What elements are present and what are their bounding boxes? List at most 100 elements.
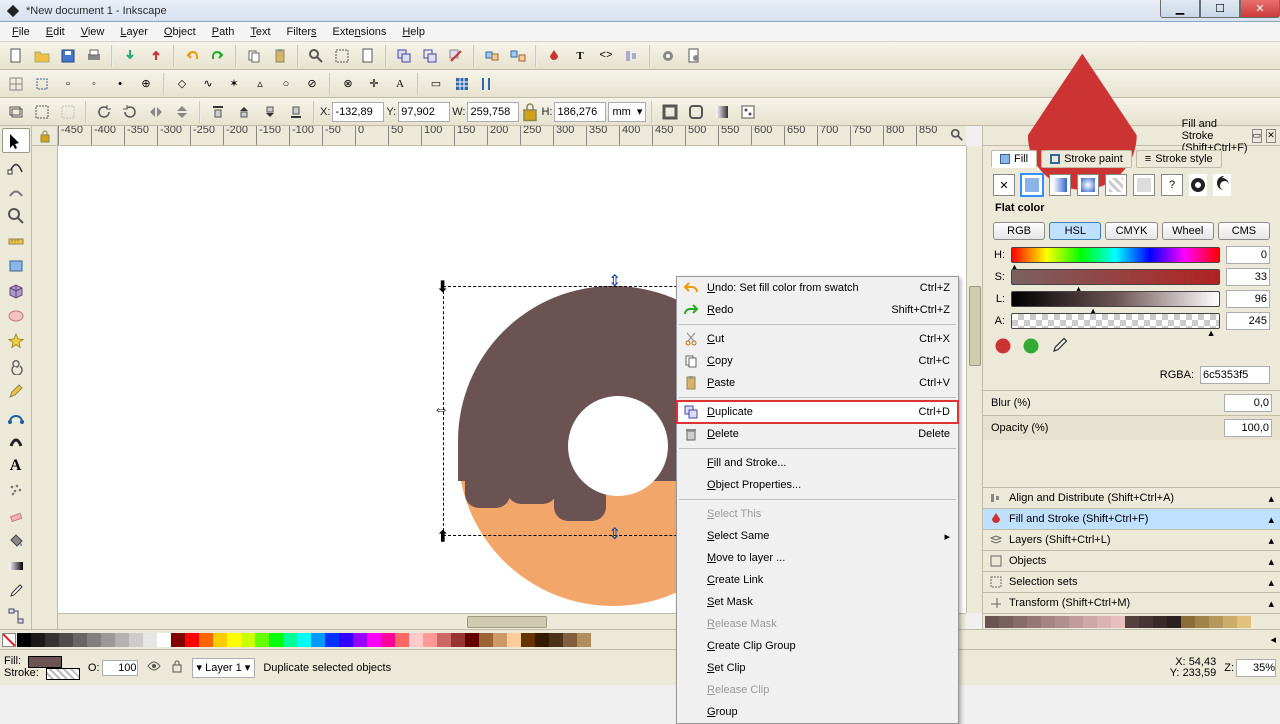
palette-swatch[interactable] — [423, 633, 437, 647]
palette-swatch[interactable] — [241, 633, 255, 647]
measure-tool[interactable] — [2, 228, 30, 253]
palette-swatch[interactable] — [45, 633, 59, 647]
no-paint-button[interactable]: ✕ — [993, 174, 1015, 196]
x-input[interactable] — [332, 102, 384, 122]
paintbucket-tool[interactable] — [2, 529, 30, 554]
copy-button[interactable] — [242, 44, 266, 68]
linear-gradient-button[interactable] — [1049, 174, 1071, 196]
palette-swatch[interactable] — [143, 633, 157, 647]
docker-swatch[interactable] — [1069, 616, 1083, 628]
snap-grid-button[interactable] — [450, 72, 474, 96]
lock-aspect-button[interactable] — [521, 102, 539, 122]
raise-button[interactable] — [232, 100, 256, 124]
scrollbar-thumb[interactable] — [467, 616, 547, 628]
tweak-tool[interactable] — [2, 178, 30, 203]
snap-cusp-button[interactable]: ▵ — [248, 72, 272, 96]
rotate-ccw-button[interactable] — [92, 100, 116, 124]
docker-swatch[interactable] — [1209, 616, 1223, 628]
eyedropper-icon[interactable] — [1049, 336, 1069, 356]
3dbox-tool[interactable] — [2, 278, 30, 303]
eraser-tool[interactable] — [2, 504, 30, 529]
ctx-duplicate[interactable]: DuplicateCtrl+D — [677, 401, 958, 423]
pencil-tool[interactable] — [2, 378, 30, 403]
opacity-input[interactable] — [1224, 419, 1272, 437]
palette-swatch[interactable] — [199, 633, 213, 647]
layer-selector[interactable]: ▾Layer 1▾ — [192, 658, 256, 678]
unit-select[interactable]: mm▾ — [608, 102, 646, 122]
calligraphy-tool[interactable] — [2, 429, 30, 454]
menu-layer[interactable]: Layer — [112, 24, 156, 40]
ctx-fill-and-stroke[interactable]: Fill and Stroke... — [677, 452, 958, 474]
docker-close-button[interactable]: ✕ — [1266, 129, 1276, 143]
palette-swatch[interactable] — [535, 633, 549, 647]
out-of-gamut-icon[interactable] — [1021, 336, 1041, 356]
w-input[interactable] — [467, 102, 519, 122]
ctx-set-clip[interactable]: Set Clip — [677, 657, 958, 679]
snap-enable-button[interactable] — [4, 72, 28, 96]
ctx-move-to-layer[interactable]: Move to layer ... — [677, 547, 958, 569]
snap-intersection-button[interactable]: ✶ — [222, 72, 246, 96]
palette-swatch[interactable] — [493, 633, 507, 647]
mode-rgb[interactable]: RGB — [993, 222, 1045, 240]
palette-swatch[interactable] — [31, 633, 45, 647]
print-button[interactable] — [82, 44, 106, 68]
panel-layers[interactable]: Layers (Shift+Ctrl+L)▴ — [983, 529, 1280, 550]
resize-handle-tm[interactable]: ⇕ — [608, 271, 621, 291]
export-button[interactable] — [144, 44, 168, 68]
palette-swatch[interactable] — [185, 633, 199, 647]
panel-selection-sets[interactable]: Selection sets▴ — [983, 571, 1280, 592]
palette-swatch[interactable] — [59, 633, 73, 647]
ungroup-button[interactable] — [506, 44, 530, 68]
ctx-delete[interactable]: DeleteDelete — [677, 423, 958, 445]
snap-line-midpoint-button[interactable]: ⊘ — [300, 72, 324, 96]
mode-wheel[interactable]: Wheel — [1162, 222, 1214, 240]
ctx-copy[interactable]: CopyCtrl+C — [677, 350, 958, 372]
snap-bbox-edge-button[interactable]: ▫ — [56, 72, 80, 96]
menu-file[interactable]: File — [4, 24, 38, 40]
tab-fill[interactable]: Fill — [991, 150, 1037, 168]
sat-input[interactable] — [1226, 268, 1270, 286]
lock-guides-icon[interactable] — [38, 129, 52, 143]
ctx-redo[interactable]: RedoShift+Ctrl+Z — [677, 299, 958, 321]
star-tool[interactable] — [2, 328, 30, 353]
snap-text-baseline-button[interactable]: A — [388, 72, 412, 96]
docker-swatch[interactable] — [1041, 616, 1055, 628]
snap-bbox-center-button[interactable]: ⊕ — [134, 72, 158, 96]
select-all-layers-button[interactable] — [4, 100, 28, 124]
lower-bottom-button[interactable] — [284, 100, 308, 124]
palette-menu-button[interactable]: ◂ — [1266, 633, 1280, 646]
palette-swatch[interactable] — [297, 633, 311, 647]
pattern-button[interactable] — [1105, 174, 1127, 196]
y-input[interactable] — [398, 102, 450, 122]
palette-swatch[interactable] — [129, 633, 143, 647]
group-button[interactable] — [480, 44, 504, 68]
mode-cmyk[interactable]: CMYK — [1105, 222, 1157, 240]
fill-rule-nonzero[interactable] — [1213, 174, 1231, 196]
blur-input[interactable] — [1224, 394, 1272, 412]
window-close-button[interactable]: ✕ — [1240, 0, 1280, 18]
gradient-tool[interactable] — [2, 554, 30, 579]
alpha-slider[interactable]: ▲ — [1011, 313, 1220, 329]
node-tool[interactable] — [2, 153, 30, 178]
snap-bbox-corner-button[interactable]: ◦ — [82, 72, 106, 96]
palette-swatch[interactable] — [521, 633, 535, 647]
palette-swatch[interactable] — [17, 633, 31, 647]
ctx-undo-set-fill-color-from-swatch[interactable]: Undo: Set fill color from swatchCtrl+Z — [677, 277, 958, 299]
snap-smooth-button[interactable]: ○ — [274, 72, 298, 96]
palette-swatch[interactable] — [101, 633, 115, 647]
rotate-cw-button[interactable] — [118, 100, 142, 124]
docker-swatch[interactable] — [1055, 616, 1069, 628]
palette-swatch[interactable] — [451, 633, 465, 647]
window-maximize-button[interactable]: ☐ — [1200, 0, 1240, 18]
docker-swatch[interactable] — [1153, 616, 1167, 628]
docker-swatch[interactable] — [1111, 616, 1125, 628]
docker-swatch[interactable] — [1195, 616, 1209, 628]
xml-editor-button[interactable]: <> — [594, 44, 618, 68]
unknown-paint-button[interactable]: ? — [1161, 174, 1183, 196]
palette-swatch[interactable] — [353, 633, 367, 647]
palette-none[interactable] — [2, 633, 16, 647]
hue-slider[interactable]: ▲ — [1011, 247, 1220, 263]
color-managed-icon[interactable] — [993, 336, 1013, 356]
ctx-create-link[interactable]: Create Link — [677, 569, 958, 591]
connector-tool[interactable] — [2, 604, 30, 629]
